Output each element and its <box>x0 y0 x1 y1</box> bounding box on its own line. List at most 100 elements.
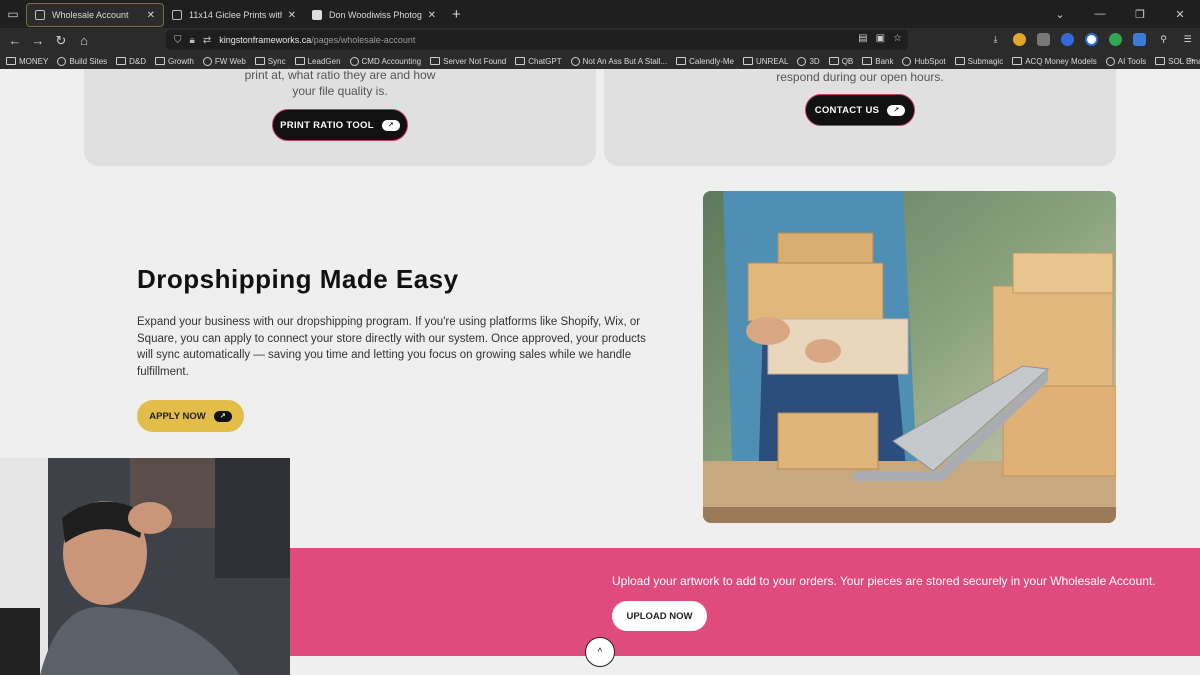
address-bar[interactable]: ⛉ 🔒︎ ⇄ kingstonframeworks.ca/pages/whole… <box>166 30 908 50</box>
artwork-library-description: Upload your artwork to add to your order… <box>612 574 1156 588</box>
bookmark-label: SOL Email <box>1168 56 1200 66</box>
extension-blue-icon[interactable] <box>1061 33 1074 46</box>
apply-now-button[interactable]: APPLY NOW ↗ <box>137 400 244 432</box>
account-icon[interactable] <box>1013 33 1026 46</box>
bookmark-item[interactable]: ACQ Money Models <box>1012 57 1097 66</box>
page-icon <box>35 10 45 20</box>
home-icon[interactable]: ⌂ <box>73 33 95 48</box>
bookmark-item[interactable]: 3D <box>797 56 820 66</box>
bookmark-item[interactable]: Build Sites <box>57 56 107 66</box>
bookmark-item[interactable]: UNREAL <box>743 57 788 66</box>
webcam-person-illustration <box>0 458 290 675</box>
contact-card: respond during our open hours. CONTACT U… <box>604 69 1116 166</box>
card-text-line: print at, what ratio they are and how <box>244 69 436 82</box>
bookmark-folder-icon <box>349 56 359 66</box>
bookmark-item[interactable]: HubSpot <box>902 56 946 66</box>
button-label: UPLOAD NOW <box>626 610 693 622</box>
arrow-icon: ↗ <box>213 410 232 422</box>
bookmarks-bar: MONEY Build Sites D&D Growth FW Web Sync LeadG… <box>0 53 1200 69</box>
extensions-icon[interactable]: ⚲ <box>1157 33 1170 46</box>
bookmark-label: MONEY <box>19 56 49 66</box>
bookmark-label: FW Web <box>214 56 246 66</box>
bookmark-folder-icon <box>515 57 526 65</box>
tab-strip: ▭ Wholesale Account ✕ 11x14 Giclee Print… <box>0 0 1200 28</box>
close-tab-icon[interactable]: ✕ <box>147 10 155 21</box>
extension-shield-icon[interactable] <box>1037 33 1050 46</box>
bookmark-item[interactable]: AI Tools <box>1105 56 1147 66</box>
bookmark-item[interactable]: FW Web <box>202 56 246 66</box>
url-host: kingstonframeworks.ca <box>219 35 312 45</box>
upload-now-button[interactable]: UPLOAD NOW <box>612 601 707 631</box>
forward-icon[interactable]: → <box>27 33 49 48</box>
boxes-laptop-illustration <box>703 191 1116 523</box>
shield-icon[interactable]: ⛉ <box>174 35 182 46</box>
bookmark-item[interactable]: Not An Ass But A Stall... <box>570 56 667 66</box>
new-tab-icon[interactable]: + <box>452 6 461 23</box>
extension-green-icon[interactable] <box>1109 33 1122 46</box>
bookmark-star-icon[interactable]: ☆ <box>893 33 902 44</box>
bookmark-folder-icon <box>155 57 166 65</box>
button-label: CONTACT US <box>814 104 880 116</box>
picture-in-picture-icon[interactable]: ▣ <box>876 33 885 44</box>
bookmark-label: UNREAL <box>756 56 789 66</box>
arrow-icon: ↗ <box>381 119 400 131</box>
bookmark-folder-icon <box>862 57 873 65</box>
reload-icon[interactable]: ↻ <box>50 33 72 49</box>
bookmark-label: Server Not Found <box>443 56 507 66</box>
lock-icon[interactable]: 🔒︎ <box>190 35 195 46</box>
bookmark-folder-icon <box>828 57 839 65</box>
minimize-icon[interactable]: — <box>1080 8 1120 20</box>
bookmark-item[interactable]: QB <box>828 57 853 66</box>
arrow-icon: ↗ <box>887 104 906 116</box>
bookmark-item[interactable]: LeadGen <box>294 56 341 66</box>
print-ratio-tool-button[interactable]: PRINT RATIO TOOL ↗ <box>272 109 408 141</box>
card-text-line: respond during our open hours. <box>776 70 944 84</box>
tab-wholesale-account[interactable]: Wholesale Account ✕ <box>26 3 164 27</box>
bookmark-label: 3D <box>809 56 820 66</box>
bookmark-item[interactable]: MONEY <box>6 57 48 66</box>
bookmark-item[interactable]: Sync <box>254 57 286 66</box>
bookmark-item[interactable]: CMD Accounting <box>349 56 421 66</box>
bookmark-item[interactable]: D&D <box>116 57 146 66</box>
webcam-overlay <box>0 458 290 675</box>
bookmark-item[interactable]: Calendly-Me <box>676 57 734 66</box>
permissions-icon[interactable]: ⇄ <box>203 35 211 46</box>
bookmark-folder-icon <box>676 57 687 65</box>
bookmark-folder-icon <box>430 57 441 65</box>
dropshipping-heading: Dropshipping Made Easy <box>137 264 459 294</box>
bookmark-label: Submagic <box>967 56 1004 66</box>
bookmark-folder-icon <box>1012 57 1023 65</box>
restore-icon[interactable]: ❐ <box>1120 8 1160 21</box>
button-label: APPLY NOW <box>149 410 206 422</box>
bookmarks-overflow-icon[interactable]: » <box>1188 55 1194 66</box>
extension-puzzle-badge-icon[interactable] <box>1133 33 1146 46</box>
bookmark-label: LeadGen <box>307 56 341 66</box>
bookmark-item[interactable]: Growth <box>155 57 194 66</box>
chevron-down-icon[interactable]: ⌄ <box>1040 8 1080 21</box>
bookmark-folder-icon <box>570 56 580 66</box>
bookmark-item[interactable]: Server Not Found <box>430 57 506 66</box>
bookmark-label: AI Tools <box>1117 56 1147 66</box>
bookmark-item[interactable]: Submagic <box>954 56 1004 66</box>
extension-ring-icon[interactable] <box>1085 33 1098 46</box>
back-icon[interactable]: ← <box>4 33 26 48</box>
download-icon[interactable]: ⤓ <box>989 33 1002 46</box>
card-text-line: your file quality is. <box>292 84 388 98</box>
menu-icon[interactable]: ☰ <box>1181 33 1194 46</box>
reader-view-icon[interactable]: ▤ <box>858 33 867 44</box>
contact-us-button[interactable]: CONTACT US ↗ <box>805 94 915 126</box>
sidebar-toggle-icon[interactable]: ▭ <box>0 0 26 28</box>
close-tab-icon[interactable]: ✕ <box>288 10 296 21</box>
tab-title: Wholesale Account <box>52 10 129 20</box>
bookmark-item[interactable]: Bank <box>862 57 893 66</box>
bookmark-item[interactable]: ChatGPT <box>515 57 562 66</box>
url-path: /pages/wholesale-account <box>311 35 416 45</box>
tab-don-woodiwiss[interactable]: Don Woodiwiss Photography | ✕ <box>304 3 444 27</box>
tab-giclee-prints[interactable]: 11x14 Giclee Prints with Matbo ✕ <box>164 3 304 27</box>
scroll-to-top-button[interactable]: ^ <box>585 637 615 667</box>
close-window-icon[interactable]: ✕ <box>1160 8 1200 21</box>
bookmark-folder-icon <box>902 56 912 66</box>
close-tab-icon[interactable]: ✕ <box>428 10 436 21</box>
bookmark-label: Bank <box>875 56 894 66</box>
bookmark-folder-icon <box>202 56 212 66</box>
